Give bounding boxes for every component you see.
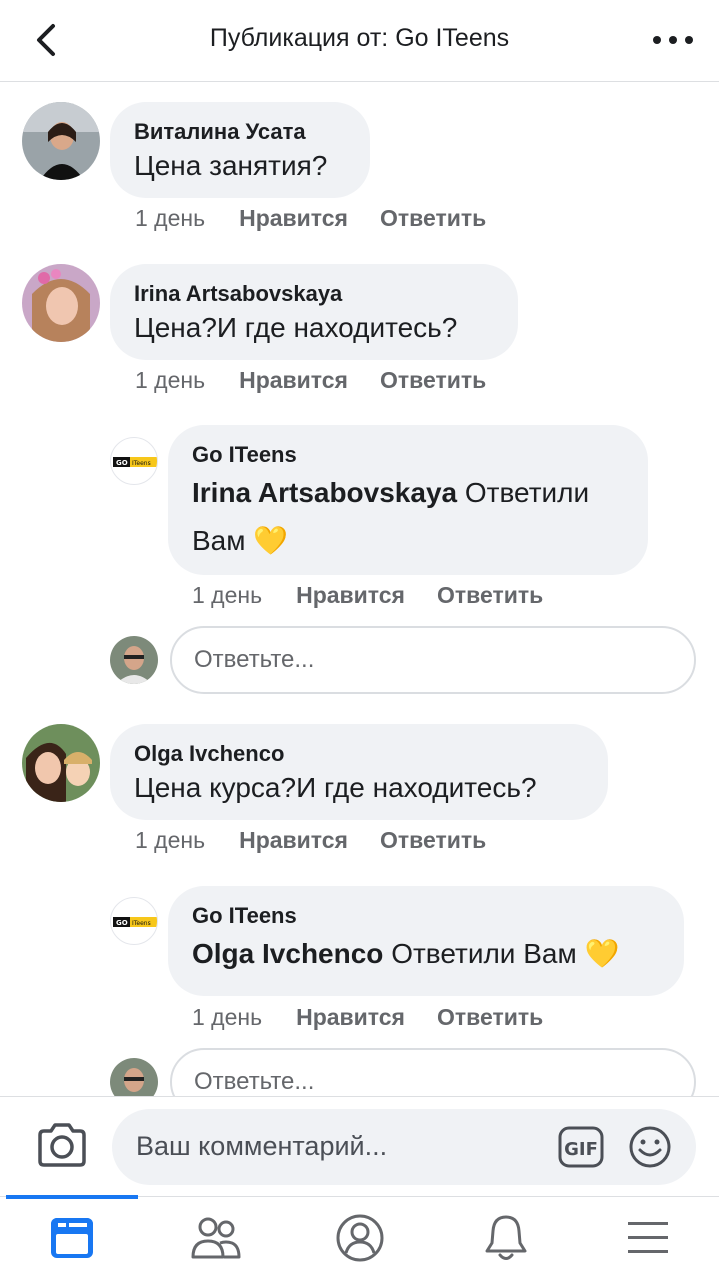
reply-button[interactable]: Ответить: [437, 1004, 543, 1031]
comment-bubble[interactable]: Irina Artsabovskaya Цена?И где находитес…: [110, 264, 518, 360]
gif-button[interactable]: GIF: [558, 1125, 604, 1169]
dot: [669, 36, 677, 44]
like-button[interactable]: Нравится: [296, 1004, 405, 1031]
dot: [653, 36, 661, 44]
gif-icon: GIF: [558, 1126, 604, 1168]
gif-label: GIF: [564, 1139, 598, 1160]
go-iteens-logo-icon: GO ITeens: [113, 457, 157, 467]
reply-text: Olga Ivchenco Ответили Вам 💛: [192, 930, 660, 978]
dot: [685, 36, 693, 44]
notifications-icon: [485, 1215, 527, 1260]
friends-icon: [191, 1217, 241, 1259]
reply-bubble[interactable]: Go ITeens Olga Ivchenco Ответили Вам 💛: [168, 886, 684, 996]
tab-friends[interactable]: [190, 1213, 242, 1263]
reply-time: 1 день: [192, 1004, 263, 1030]
tab-notifications[interactable]: [480, 1213, 532, 1263]
reply-time: 1 день: [192, 582, 263, 608]
page-avatar[interactable]: GO ITeens: [110, 437, 158, 485]
top-bar: Публикация от: Go ITeens: [0, 0, 719, 82]
reply-input-placeholder: Ответьте...: [194, 1068, 315, 1095]
reply-actions: 1 день Нравится Ответить: [192, 1004, 543, 1031]
profile-icon: [336, 1214, 384, 1262]
tab-profile[interactable]: [334, 1213, 386, 1263]
camera-button[interactable]: [36, 1121, 88, 1169]
reply-input[interactable]: Ответьте...: [170, 626, 696, 694]
active-tab-indicator: [6, 1195, 138, 1199]
news-feed-icon: [51, 1218, 93, 1258]
comment-actions: 1 день Нравится Ответить: [135, 205, 486, 232]
reply-input-placeholder: Ответьте...: [194, 646, 315, 673]
reply-button[interactable]: Ответить: [437, 582, 543, 609]
comment-author[interactable]: Irina Artsabovskaya: [134, 280, 494, 308]
comment-actions: 1 день Нравится Ответить: [135, 367, 486, 394]
reply-author[interactable]: Go ITeens: [192, 902, 660, 930]
page-title: Публикация от: Go ITeens: [209, 24, 510, 52]
avatar[interactable]: [22, 264, 100, 342]
comment-composer: Ваш комментарий... GIF: [0, 1096, 719, 1196]
menu-icon: [628, 1222, 668, 1253]
comment-text: Цена курса?И где находитесь?: [134, 772, 537, 803]
like-button[interactable]: Нравится: [239, 367, 348, 394]
reply-author[interactable]: Go ITeens: [192, 441, 624, 469]
like-button[interactable]: Нравится: [296, 582, 405, 609]
like-button[interactable]: Нравится: [239, 205, 348, 232]
svg-text:ITeens: ITeens: [132, 920, 151, 927]
smiley-icon: [629, 1126, 671, 1168]
svg-text:GO: GO: [116, 919, 128, 927]
reply-actions: 1 день Нравится Ответить: [192, 582, 543, 609]
comment-bubble[interactable]: Виталина Усата Цена занятия?: [110, 102, 370, 198]
tab-news-feed[interactable]: [46, 1213, 98, 1263]
reply-button[interactable]: Ответить: [380, 367, 486, 394]
reply-text-line1: Ответили: [464, 477, 590, 508]
emoji-button[interactable]: [628, 1125, 672, 1169]
go-iteens-logo-icon: GO ITeens: [113, 917, 157, 927]
user-avatar: [110, 636, 158, 684]
mention-link[interactable]: Olga Ivchenco: [192, 938, 383, 969]
avatar[interactable]: [22, 102, 100, 180]
mention-link[interactable]: Irina Artsabovskaya: [192, 477, 457, 508]
comment-author[interactable]: Olga Ivchenco: [134, 740, 584, 768]
reply-text-line2: Вам 💛: [192, 525, 289, 556]
svg-text:ITeens: ITeens: [132, 460, 151, 467]
comment-time: 1 день: [135, 367, 206, 393]
comment-bubble[interactable]: Olga Ivchenco Цена курса?И где находитес…: [110, 724, 608, 820]
comment-time: 1 день: [135, 827, 206, 853]
bottom-nav: [0, 1195, 719, 1280]
svg-text:GO: GO: [116, 459, 128, 467]
comment-author[interactable]: Виталина Усата: [134, 118, 346, 146]
reply-button[interactable]: Ответить: [380, 205, 486, 232]
tab-menu[interactable]: [622, 1213, 674, 1263]
comment-text: Цена занятия?: [134, 150, 328, 181]
page-avatar[interactable]: GO ITeens: [110, 897, 158, 945]
like-button[interactable]: Нравится: [239, 827, 348, 854]
comment-input[interactable]: Ваш комментарий... GIF: [112, 1109, 696, 1185]
reply-button[interactable]: Ответить: [380, 827, 486, 854]
comment-actions: 1 день Нравится Ответить: [135, 827, 486, 854]
more-options-button[interactable]: [653, 26, 693, 54]
reply-bubble[interactable]: Go ITeens Irina Artsabovskaya Ответили В…: [168, 425, 648, 575]
reply-text-body: Ответили Вам 💛: [391, 938, 620, 969]
avatar[interactable]: [22, 724, 100, 802]
comment-text: Цена?И где находитесь?: [134, 312, 458, 343]
reply-text: Irina Artsabovskaya Ответили Вам 💛: [192, 469, 624, 565]
comment-time: 1 день: [135, 205, 206, 231]
comment-input-placeholder: Ваш комментарий...: [136, 1131, 388, 1161]
camera-icon: [38, 1123, 86, 1167]
